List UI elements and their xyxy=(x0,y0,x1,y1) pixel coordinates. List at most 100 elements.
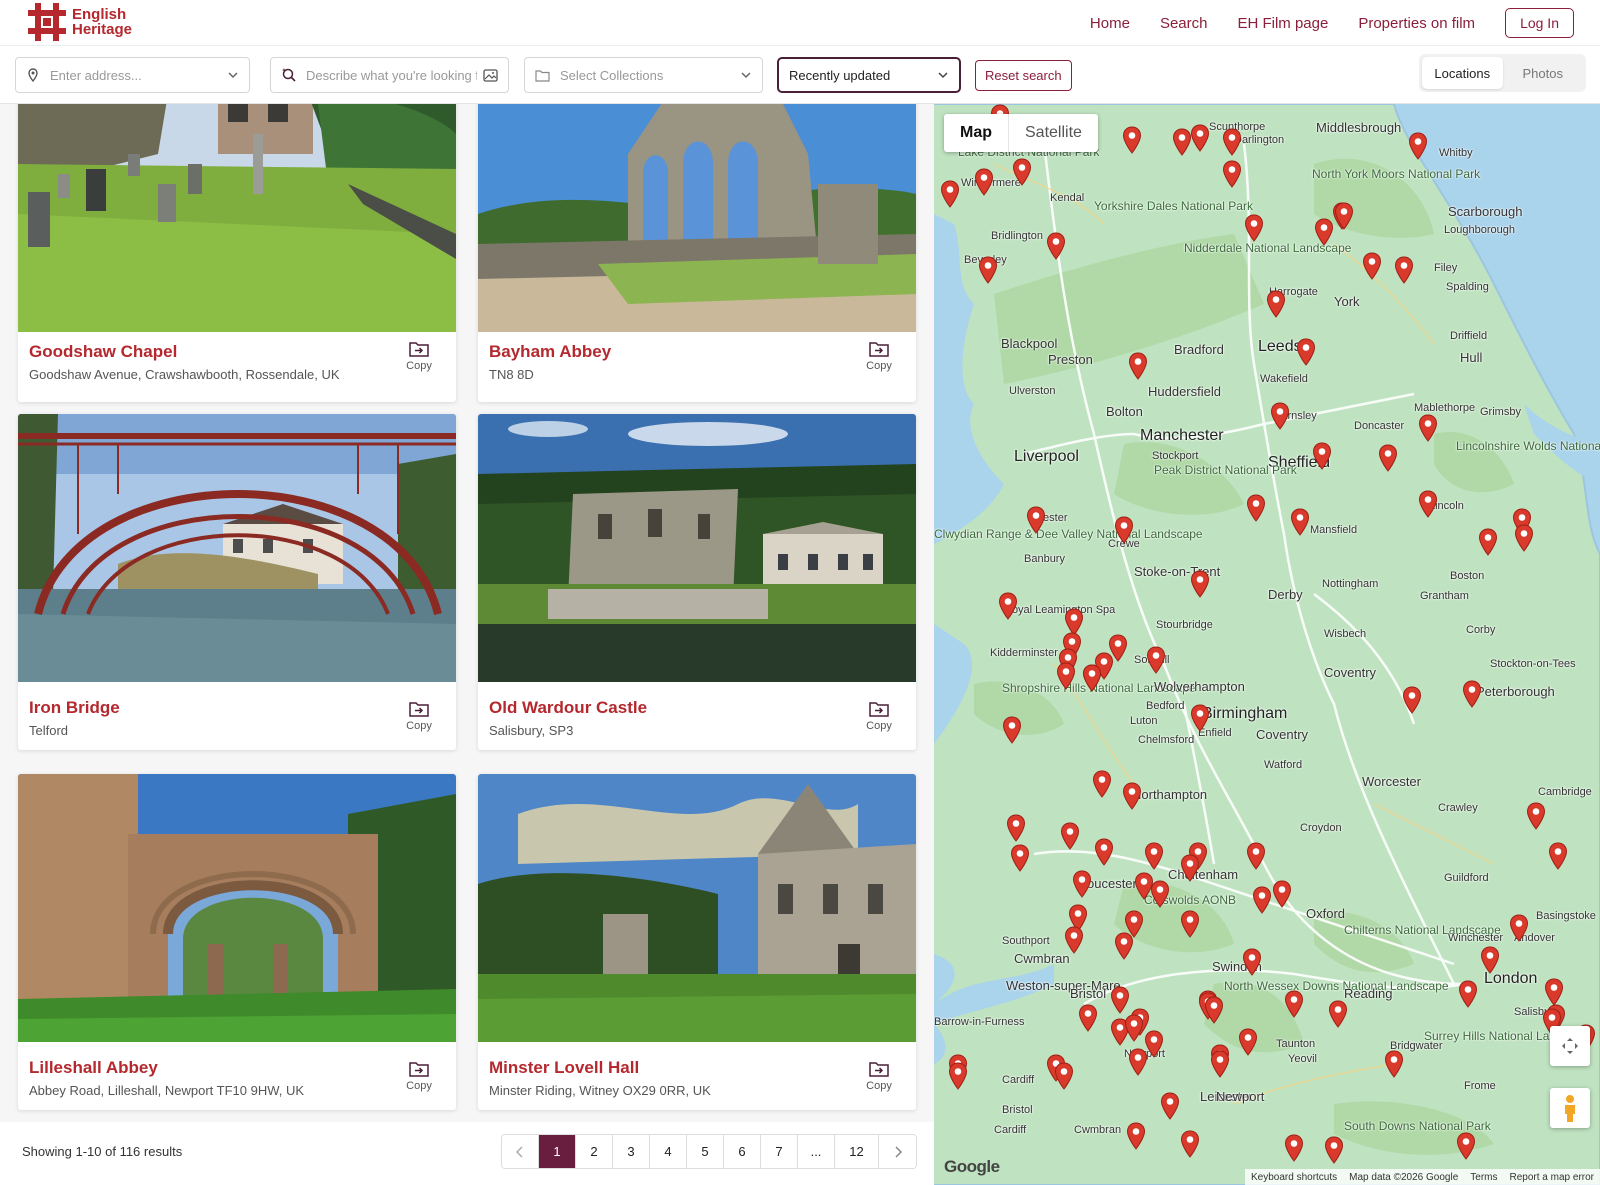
map-marker-pin-icon[interactable] xyxy=(1312,442,1332,470)
map-marker-pin-icon[interactable] xyxy=(940,180,960,208)
login-button[interactable]: Log In xyxy=(1505,8,1574,38)
map-marker-pin-icon[interactable] xyxy=(1204,996,1224,1024)
map-marker-pin-icon[interactable] xyxy=(974,168,994,196)
map-marker-pin-icon[interactable] xyxy=(1314,218,1334,246)
map-marker-pin-icon[interactable] xyxy=(1296,338,1316,366)
map-marker-pin-icon[interactable] xyxy=(1124,1014,1144,1042)
copy-button[interactable]: Copy xyxy=(402,341,436,372)
map-marker-pin-icon[interactable] xyxy=(1270,402,1290,430)
map-marker-pin-icon[interactable] xyxy=(1514,524,1534,552)
nav-properties-on-film[interactable]: Properties on film xyxy=(1358,15,1475,32)
map-marker-pin-icon[interactable] xyxy=(1160,1092,1180,1120)
map-marker-pin-icon[interactable] xyxy=(1180,854,1200,882)
map-marker-pin-icon[interactable] xyxy=(1242,948,1262,976)
page-button[interactable]: 6 xyxy=(724,1135,761,1168)
map-marker-pin-icon[interactable] xyxy=(1238,1028,1258,1056)
map-marker-pin-icon[interactable] xyxy=(1244,214,1264,242)
map-marker-pin-icon[interactable] xyxy=(1108,634,1128,662)
map-marker-pin-icon[interactable] xyxy=(1150,880,1170,908)
card-photo[interactable] xyxy=(18,104,456,332)
page-button[interactable]: 4 xyxy=(650,1135,687,1168)
location-card[interactable]: Iron Bridge Telford Copy xyxy=(18,414,456,750)
map-marker-pin-icon[interactable] xyxy=(1284,990,1304,1018)
map-marker-pin-icon[interactable] xyxy=(1478,528,1498,556)
map-marker-pin-icon[interactable] xyxy=(1246,842,1266,870)
map-marker-pin-icon[interactable] xyxy=(1026,506,1046,534)
copy-button[interactable]: Copy xyxy=(862,701,896,732)
describe-input[interactable]: Describe what you're looking for xyxy=(270,57,509,93)
copy-button[interactable]: Copy xyxy=(862,341,896,372)
image-upload-icon[interactable] xyxy=(483,68,498,82)
map-marker-pin-icon[interactable] xyxy=(1544,978,1564,1006)
address-input[interactable]: Enter address... xyxy=(15,57,250,93)
map-marker-pin-icon[interactable] xyxy=(1418,414,1438,442)
map-type-satellite[interactable]: Satellite xyxy=(1009,114,1098,152)
map-marker-pin-icon[interactable] xyxy=(1190,124,1210,152)
map-marker-pin-icon[interactable] xyxy=(1526,802,1546,830)
map-marker-pin-icon[interactable] xyxy=(1046,232,1066,260)
card-title[interactable]: Goodshaw Chapel xyxy=(29,342,177,362)
map-marker-pin-icon[interactable] xyxy=(1012,158,1032,186)
map-marker-pin-icon[interactable] xyxy=(1082,664,1102,692)
street-view-pegman[interactable] xyxy=(1550,1088,1590,1128)
map-marker-pin-icon[interactable] xyxy=(1384,1050,1404,1078)
map-marker-pin-icon[interactable] xyxy=(1334,202,1354,230)
map-marker-pin-icon[interactable] xyxy=(1456,1132,1476,1160)
map-marker-pin-icon[interactable] xyxy=(1072,870,1092,898)
map-marker-pin-icon[interactable] xyxy=(1458,980,1478,1008)
map-marker-pin-icon[interactable] xyxy=(1548,842,1568,870)
page-button[interactable]: 1 xyxy=(539,1135,576,1168)
map-marker-pin-icon[interactable] xyxy=(1114,932,1134,960)
map-marker-pin-icon[interactable] xyxy=(1418,490,1438,518)
card-photo[interactable] xyxy=(18,774,456,1042)
location-card[interactable]: Bayham Abbey TN8 8D Copy xyxy=(478,104,916,402)
page-button[interactable]: 7 xyxy=(761,1135,798,1168)
report-map-error-link[interactable]: Report a map error xyxy=(1504,1172,1600,1183)
nav-home[interactable]: Home xyxy=(1090,15,1130,32)
nav-search[interactable]: Search xyxy=(1160,15,1208,32)
card-photo[interactable] xyxy=(478,774,916,1042)
map-marker-pin-icon[interactable] xyxy=(948,1062,968,1090)
map-marker-pin-icon[interactable] xyxy=(1222,128,1242,156)
card-title[interactable]: Minster Lovell Hall xyxy=(489,1058,639,1078)
map-marker-pin-icon[interactable] xyxy=(1078,1004,1098,1032)
map-marker-pin-icon[interactable] xyxy=(1362,252,1382,280)
map-marker-pin-icon[interactable] xyxy=(1126,1122,1146,1150)
map-marker-pin-icon[interactable] xyxy=(1252,886,1272,914)
brand-logo[interactable]: English Heritage xyxy=(28,3,132,41)
location-card[interactable]: Lilleshall Abbey Abbey Road, Lilleshall,… xyxy=(18,774,456,1110)
card-title[interactable]: Old Wardour Castle xyxy=(489,698,647,718)
page-button[interactable]: 5 xyxy=(687,1135,724,1168)
map-marker-pin-icon[interactable] xyxy=(1054,1062,1074,1090)
map-marker-pin-icon[interactable] xyxy=(1408,132,1428,160)
map-marker-pin-icon[interactable] xyxy=(1114,516,1134,544)
map-marker-pin-icon[interactable] xyxy=(1010,844,1030,872)
page-button[interactable]: 12 xyxy=(835,1135,879,1168)
next-page-button[interactable] xyxy=(879,1135,916,1168)
map-marker-pin-icon[interactable] xyxy=(1110,986,1130,1014)
map-marker-pin-icon[interactable] xyxy=(1060,822,1080,850)
map-marker-pin-icon[interactable] xyxy=(1190,704,1210,732)
map-marker-pin-icon[interactable] xyxy=(1246,494,1266,522)
map-marker-pin-icon[interactable] xyxy=(1324,1136,1344,1164)
map-marker-pin-icon[interactable] xyxy=(1509,914,1529,942)
map-marker-pin-icon[interactable] xyxy=(1284,1134,1304,1162)
sort-select[interactable]: Recently updated xyxy=(777,57,961,93)
page-button[interactable]: 2 xyxy=(576,1135,613,1168)
map-marker-pin-icon[interactable] xyxy=(1128,352,1148,380)
card-photo[interactable] xyxy=(478,104,916,332)
map-marker-pin-icon[interactable] xyxy=(1128,1048,1148,1076)
map-marker-pin-icon[interactable] xyxy=(1056,662,1076,690)
map-marker-pin-icon[interactable] xyxy=(1122,126,1142,154)
copy-button[interactable]: Copy xyxy=(862,1061,896,1092)
nav-eh-film-page[interactable]: EH Film page xyxy=(1237,15,1328,32)
copy-button[interactable]: Copy xyxy=(402,1061,436,1092)
map-marker-pin-icon[interactable] xyxy=(1094,838,1114,866)
map-panel[interactable]: Middlesbrough Scunthorpe Darlington Whit… xyxy=(934,104,1600,1185)
map-marker-pin-icon[interactable] xyxy=(1290,508,1310,536)
map-marker-pin-icon[interactable] xyxy=(1266,290,1286,318)
map-marker-pin-icon[interactable] xyxy=(998,592,1018,620)
map-marker-pin-icon[interactable] xyxy=(1064,926,1084,954)
map-marker-pin-icon[interactable] xyxy=(1210,1050,1230,1078)
reset-search-button[interactable]: Reset search xyxy=(975,60,1072,91)
